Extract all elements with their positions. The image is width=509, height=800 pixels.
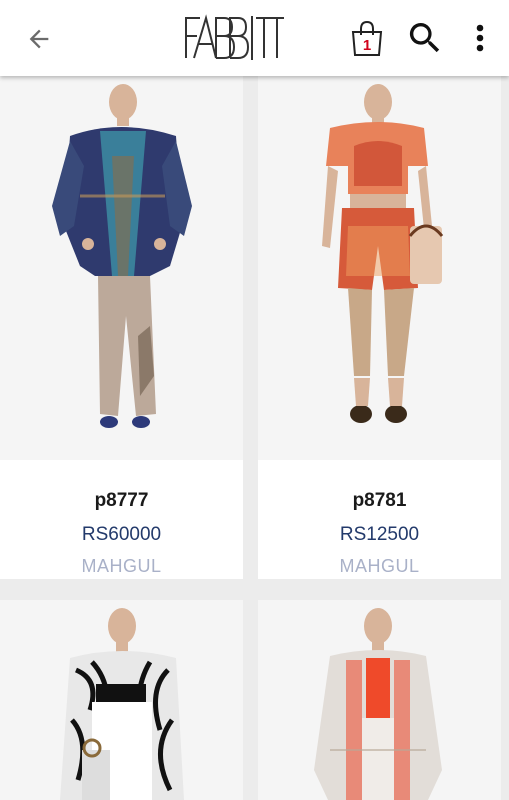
shopping-bag-icon: 1 [351, 20, 383, 56]
product-grid: p8777 RS60000 MAHGUL p8781 RS12500 MAHGU… [0, 76, 509, 800]
arrow-back-icon [29, 29, 49, 49]
product-image [0, 76, 243, 460]
cart-button[interactable]: 1 [347, 18, 387, 58]
product-card[interactable]: p8781 RS12500 MAHGUL [258, 76, 501, 579]
app-bar: 1 [0, 0, 509, 76]
product-card[interactable] [0, 600, 243, 800]
overflow-menu-button[interactable] [466, 18, 494, 58]
back-button[interactable] [22, 22, 56, 56]
cart-count-badge: 1 [363, 37, 371, 54]
search-icon [409, 23, 440, 53]
product-image [0, 600, 243, 800]
product-image [258, 600, 501, 800]
product-name: p8781 [352, 490, 407, 511]
product-card[interactable] [258, 600, 501, 800]
product-card[interactable]: p8777 RS60000 MAHGUL [0, 76, 243, 579]
search-button[interactable] [405, 18, 445, 58]
fabbitt-logo[interactable] [180, 12, 290, 62]
product-name: p8777 [94, 490, 149, 511]
product-price: RS60000 [81, 524, 162, 545]
product-brand: MAHGUL [339, 556, 420, 576]
product-image [258, 76, 501, 460]
more-vert-icon [476, 24, 484, 52]
product-brand: MAHGUL [81, 556, 162, 576]
product-price: RS12500 [339, 524, 420, 545]
